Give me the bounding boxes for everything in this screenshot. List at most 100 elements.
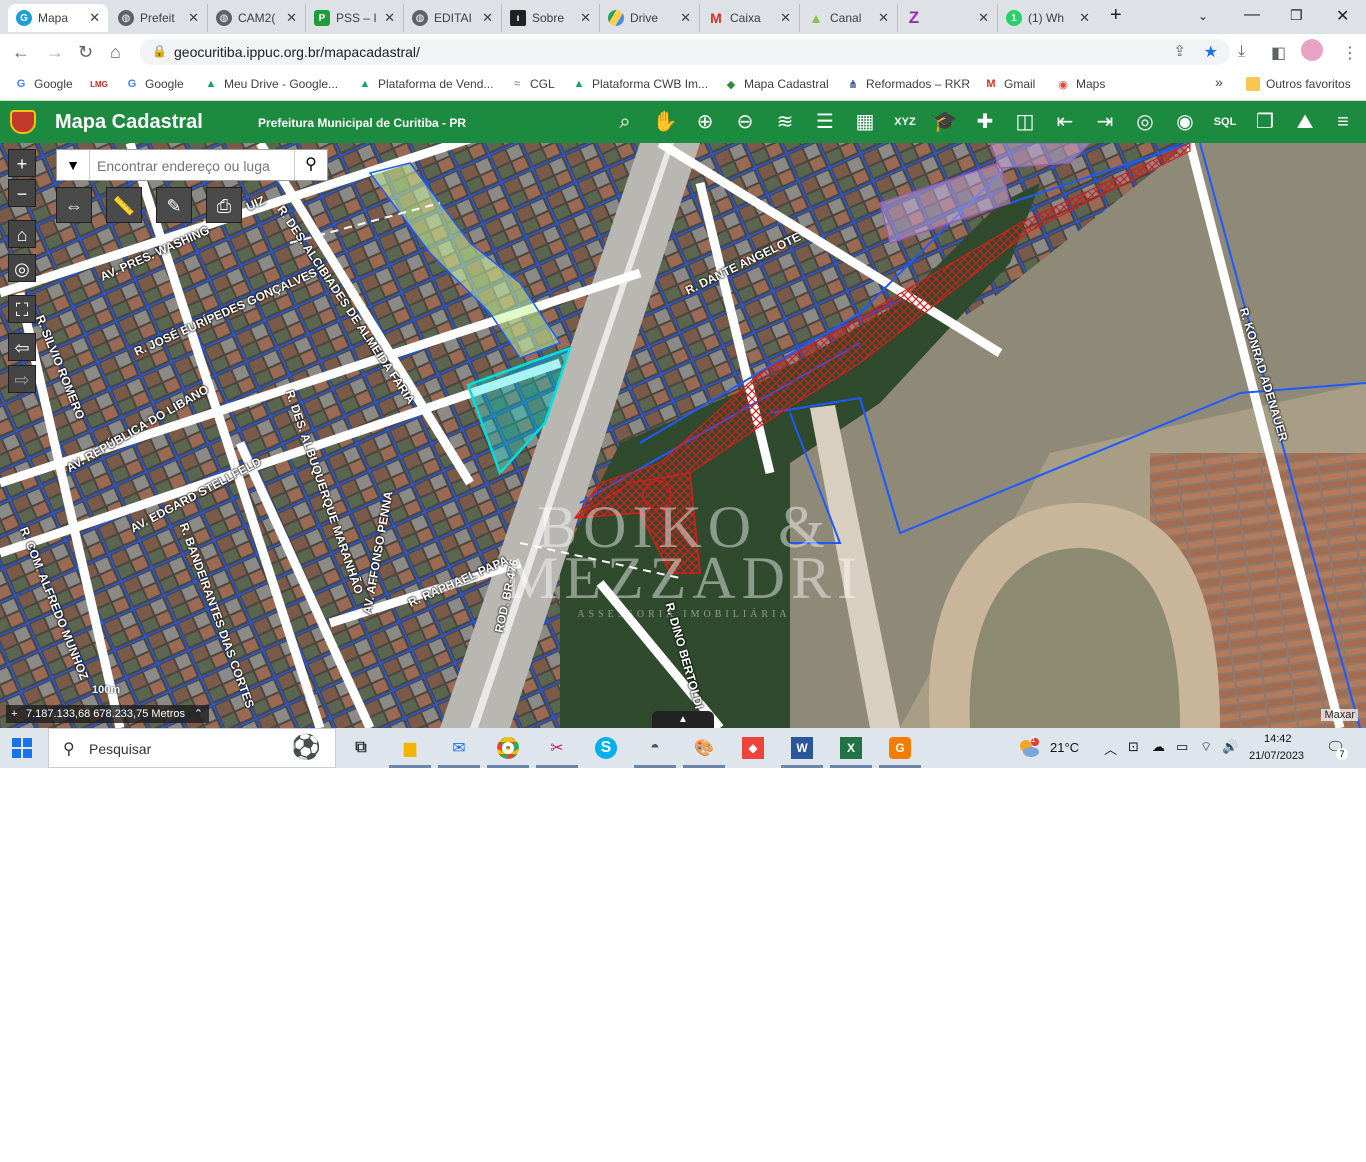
- tab-search-icon[interactable]: ⌄: [1198, 9, 1208, 23]
- tab-drive[interactable]: Drive ✕: [600, 4, 700, 32]
- weather-temperature[interactable]: 21°C: [1050, 740, 1079, 755]
- tab-sobre[interactable]: ı Sobre ✕: [502, 4, 600, 32]
- zoom-in-icon[interactable]: ⊕: [692, 109, 718, 135]
- lock-icon[interactable]: 🔒: [152, 44, 167, 58]
- onedrive-icon[interactable]: ☁: [1152, 739, 1165, 755]
- grid-icon[interactable]: ▦: [852, 109, 878, 135]
- tab-z[interactable]: Z ✕: [898, 4, 998, 32]
- fullscreen-button[interactable]: ⛶: [8, 295, 36, 323]
- menu-icon[interactable]: ≡: [1330, 109, 1356, 135]
- forward-icon[interactable]: →: [46, 42, 64, 63]
- import-icon[interactable]: ⇤: [1052, 109, 1078, 135]
- next-extent-button[interactable]: ⇨: [8, 365, 36, 393]
- share-icon[interactable]: ⇪: [1173, 42, 1186, 60]
- zoom-out-icon[interactable]: ⊖: [732, 109, 758, 135]
- pdf-icon[interactable]: G: [879, 734, 921, 768]
- tray-overflow-icon[interactable]: ︿: [1104, 739, 1117, 758]
- wifi-icon[interactable]: ⌔: [1200, 739, 1212, 755]
- close-icon[interactable]: ✕: [580, 10, 591, 26]
- tab-cam[interactable]: ◍ CAM2( ✕: [208, 4, 306, 32]
- taskbar-search[interactable]: ⚲ Pesquisar ⚽: [48, 728, 336, 768]
- anydesk-icon[interactable]: ◆: [738, 734, 768, 762]
- tab-edital[interactable]: ◍ EDITAI ✕: [404, 4, 502, 32]
- locate-icon[interactable]: ◎: [1132, 109, 1158, 135]
- previous-extent-button[interactable]: ⇦: [8, 333, 36, 361]
- download-icon[interactable]: ⤓: [1238, 43, 1245, 61]
- bookmark-meu-drive[interactable]: ▲ Meu Drive - Google...: [204, 77, 339, 91]
- mail-icon[interactable]: ✉: [438, 734, 480, 768]
- reload-icon[interactable]: ↻: [78, 42, 93, 63]
- battery-icon[interactable]: ▭: [1176, 739, 1188, 755]
- bookmarks-overflow[interactable]: »: [1215, 74, 1223, 90]
- side-panel-icon[interactable]: ◧: [1271, 43, 1286, 63]
- volume-icon[interactable]: 🔊: [1222, 739, 1238, 755]
- weather-icon[interactable]: [1018, 737, 1040, 759]
- search-options-dropdown[interactable]: ▼: [57, 150, 90, 180]
- map-view[interactable]: AV. PRES. WASHING R. DES. ALCIBIADES DE …: [0, 143, 1366, 728]
- close-icon[interactable]: ✕: [286, 10, 297, 26]
- education-icon[interactable]: 🎓: [932, 109, 958, 135]
- locate-button[interactable]: ◎: [8, 254, 36, 282]
- add-layer-icon[interactable]: ✚: [972, 109, 998, 135]
- pan-icon[interactable]: ✋: [652, 109, 678, 135]
- zoom-out-button[interactable]: −: [8, 179, 36, 207]
- clock-date[interactable]: 21/07/2023: [1249, 750, 1304, 762]
- bookmark-lmg[interactable]: LMG: [90, 77, 112, 91]
- close-icon[interactable]: ✕: [978, 10, 989, 26]
- zoom-in-button[interactable]: +: [8, 149, 36, 177]
- excel-icon[interactable]: X: [830, 734, 872, 768]
- search-button[interactable]: ⚲: [294, 150, 327, 180]
- tab-canal[interactable]: ▲ Canal ✕: [800, 4, 898, 32]
- tab-prefeitura[interactable]: ◍ Prefeit ✕: [110, 4, 208, 32]
- close-icon[interactable]: ✕: [780, 10, 791, 26]
- close-icon[interactable]: ✕: [188, 10, 199, 26]
- close-icon[interactable]: ✕: [680, 10, 691, 26]
- skype-icon[interactable]: S: [591, 734, 621, 762]
- print-button[interactable]: ⎙: [206, 187, 242, 223]
- task-view-icon[interactable]: ⧉: [346, 734, 376, 762]
- paint-icon[interactable]: 🎨: [683, 734, 725, 768]
- export-icon[interactable]: ⇥: [1092, 109, 1118, 135]
- home-extent-button[interactable]: ⌂: [8, 220, 36, 248]
- snipping-icon[interactable]: ✂: [536, 734, 578, 768]
- bottom-panel-toggle[interactable]: ▲: [652, 711, 714, 728]
- split-icon[interactable]: ◫: [1012, 109, 1038, 135]
- xyz-icon[interactable]: XYZ: [892, 109, 918, 135]
- legend-icon[interactable]: ☰: [812, 109, 838, 135]
- back-icon[interactable]: ←: [12, 42, 30, 63]
- chevron-up-icon[interactable]: ⌃: [194, 705, 203, 723]
- profile-avatar[interactable]: [1301, 39, 1323, 61]
- search-input[interactable]: [95, 155, 289, 177]
- chrome-icon[interactable]: [487, 734, 529, 768]
- address-bar[interactable]: 🔒 geocuritiba.ippuc.org.br/mapacadastral…: [140, 39, 1230, 65]
- home-icon[interactable]: ⌂: [110, 42, 121, 63]
- bookmark-plataforma-vendas[interactable]: ▲ Plataforma de Vend...: [358, 77, 494, 91]
- sql-icon[interactable]: SQL: [1212, 109, 1238, 135]
- url-text[interactable]: geocuritiba.ippuc.org.br/mapacadastral/: [174, 44, 420, 60]
- meet-icon[interactable]: ⊡: [1128, 739, 1139, 755]
- tab-pss[interactable]: P PSS – I ✕: [306, 4, 404, 32]
- clock-time[interactable]: 14:42: [1264, 733, 1292, 745]
- bookmark-other-favorites[interactable]: Outros favoritos: [1246, 77, 1351, 91]
- minimize-icon[interactable]: —: [1244, 6, 1260, 24]
- window-close-icon[interactable]: ✕: [1336, 6, 1349, 26]
- close-icon[interactable]: ✕: [1079, 10, 1090, 26]
- windows-start-icon[interactable]: [12, 738, 32, 758]
- close-icon[interactable]: ✕: [89, 10, 100, 26]
- globe-icon[interactable]: ◉: [1172, 109, 1198, 135]
- close-icon[interactable]: ✕: [384, 10, 395, 26]
- tab-mapa[interactable]: G Mapa ✕: [8, 4, 108, 32]
- restore-icon[interactable]: ❐: [1290, 7, 1303, 24]
- overlay-icon[interactable]: ❒: [1252, 109, 1278, 135]
- measure-tool-button[interactable]: 📏: [106, 187, 142, 223]
- bookmark-google[interactable]: G Google: [14, 77, 73, 91]
- file-explorer-icon[interactable]: ▆: [389, 734, 431, 768]
- bookmark-cgl[interactable]: ≈ CGL: [510, 77, 555, 91]
- bookmark-gmail[interactable]: M Gmail: [984, 77, 1035, 91]
- bookmark-google-2[interactable]: G Google: [125, 77, 184, 91]
- new-tab-button[interactable]: +: [1110, 4, 1122, 27]
- tab-caixa[interactable]: M Caixa ✕: [700, 4, 800, 32]
- close-icon[interactable]: ✕: [878, 10, 889, 26]
- star-icon[interactable]: ★: [1204, 42, 1218, 62]
- ftp-icon[interactable]: ◓: [634, 734, 676, 768]
